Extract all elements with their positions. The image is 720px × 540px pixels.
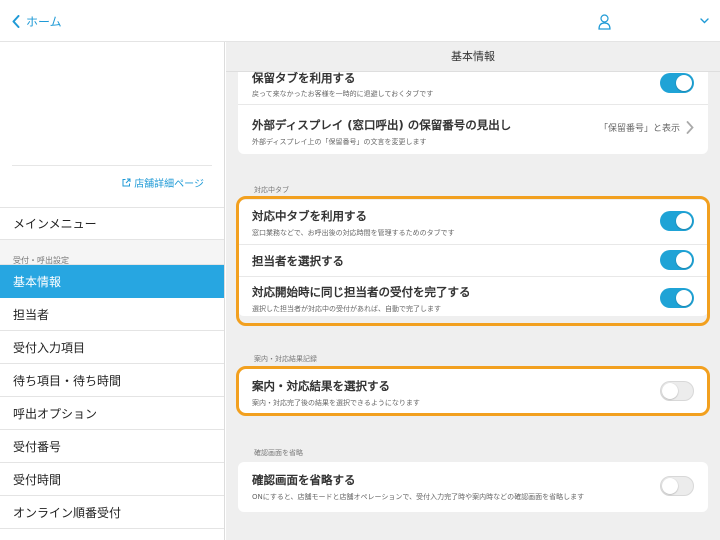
- sidebar-item-label: オンライン順番受付: [13, 505, 122, 520]
- sidebar-item-label: 待ち項目・待ち時間: [13, 373, 122, 388]
- sidebar-item-call-options[interactable]: 呼出オプション: [0, 397, 224, 430]
- setting-desc: 案内・対応完了後の結果を選択できるようになります: [252, 399, 420, 407]
- store-detail-link[interactable]: 店舗詳細ページ: [122, 175, 204, 190]
- setting-row-hold-heading[interactable]: 外部ディスプレイ (窓口呼出) の保留番号の見出し 外部ディスプレイ上の「保留番…: [238, 104, 708, 154]
- sidebar-item-label: 受付入力項目: [13, 340, 86, 355]
- sidebar-item-wait-items[interactable]: 待ち項目・待ち時間: [0, 364, 224, 397]
- setting-desc: 窓口業務などで、お呼出後の対応時間を管理するためのタブです: [252, 229, 455, 237]
- setting-title: 外部ディスプレイ (窓口呼出) の保留番号の見出し: [252, 118, 512, 132]
- setting-title: 案内・対応結果を選択する: [252, 379, 390, 393]
- settings-card-confirm: 確認画面を省略する ONにすると、店舗モードと店舗オペレーションで、受付入力完了…: [238, 462, 708, 512]
- section-label-inprogress: 対応中タブ: [254, 186, 289, 194]
- settings-card-guide: 案内・対応結果を選択する 案内・対応完了後の結果を選択できるようになります: [238, 369, 708, 413]
- sidebar-item-reception-time[interactable]: 受付時間: [0, 463, 224, 496]
- main-content: 基本情報 保留タブを利用する 戻って来なかったお客様を一時的に退避しておくタブで…: [226, 42, 720, 540]
- setting-desc: 戻って来なかったお客様を一時的に退避しておくタブです: [252, 90, 434, 98]
- store-detail-label: 店舗詳細ページ: [134, 179, 204, 190]
- auto-complete-toggle[interactable]: [660, 288, 694, 308]
- chevron-down-icon[interactable]: [700, 18, 709, 24]
- setting-title: 担当者を選択する: [252, 254, 344, 268]
- setting-title: 対応開始時に同じ担当者の受付を完了する: [252, 285, 471, 299]
- user-icon[interactable]: [598, 14, 611, 30]
- settings-card-hold: 保留タブを利用する 戻って来なかったお客様を一時的に退避しておくタブです 外部デ…: [238, 62, 708, 154]
- sidebar: 店舗詳細ページ メインメニュー 受付・呼出設定 基本情報 担当者 受付入力項目 …: [0, 42, 225, 540]
- setting-row-guide-result: 案内・対応結果を選択する 案内・対応完了後の結果を選択できるようになります: [238, 369, 708, 413]
- setting-title: 対応中タブを利用する: [252, 209, 367, 223]
- sidebar-item-input-fields[interactable]: 受付入力項目: [0, 331, 224, 364]
- select-staff-toggle[interactable]: [660, 250, 694, 270]
- setting-row-skip-confirm: 確認画面を省略する ONにすると、店舗モードと店舗オペレーションで、受付入力完了…: [238, 462, 708, 512]
- skip-confirm-toggle[interactable]: [660, 476, 694, 496]
- setting-title: 確認画面を省略する: [252, 473, 356, 487]
- sidebar-item-label: 基本情報: [13, 274, 62, 289]
- sidebar-item-online-queue[interactable]: オンライン順番受付: [0, 496, 224, 529]
- setting-title: 保留タブを利用する: [252, 71, 356, 85]
- top-bar: ホーム: [0, 0, 720, 42]
- sidebar-item-staff[interactable]: 担当者: [0, 298, 224, 331]
- sidebar-item-label: 受付番号: [13, 439, 62, 454]
- external-link-icon: [122, 178, 131, 187]
- hold-heading-value[interactable]: 「保留番号」と表示: [599, 121, 694, 134]
- settings-card-inprogress: 対応中タブを利用する 窓口業務などで、お呼出後の対応時間を管理するためのタブです…: [238, 200, 708, 316]
- sidebar-item-label: 受付時間: [13, 472, 62, 487]
- sidebar-item-label: メインメニュー: [13, 217, 97, 231]
- back-label: ホーム: [26, 15, 62, 29]
- setting-desc: ONにすると、店舗モードと店舗オペレーションで、受付入力完了時や案内時などの確認…: [252, 493, 585, 501]
- setting-desc: 選択した担当者が対応中の受付があれば、自動で完了します: [252, 305, 441, 313]
- hold-tab-toggle[interactable]: [660, 73, 694, 93]
- inprogress-tab-toggle[interactable]: [660, 211, 694, 231]
- sidebar-item-main-menu[interactable]: メインメニュー: [0, 207, 224, 240]
- sidebar-item-label: 担当者: [13, 307, 50, 322]
- section-label-confirm: 確認画面を省略: [254, 449, 303, 457]
- sidebar-item-basic-info[interactable]: 基本情報: [0, 265, 224, 298]
- chevron-right-icon: [686, 121, 694, 134]
- divider: [12, 165, 212, 166]
- setting-row-auto-complete: 対応開始時に同じ担当者の受付を完了する 選択した担当者が対応中の受付があれば、自…: [238, 276, 708, 316]
- section-label-guide: 案内・対応結果記録: [254, 355, 317, 363]
- back-button[interactable]: ホーム: [12, 13, 62, 30]
- sidebar-store-area: 店舗詳細ページ: [0, 42, 224, 207]
- setting-row-select-staff: 担当者を選択する: [238, 244, 708, 276]
- page-title: 基本情報: [226, 42, 720, 72]
- chevron-left-icon: [12, 15, 20, 28]
- guide-result-toggle[interactable]: [660, 381, 694, 401]
- setting-row-inprogress-tab: 対応中タブを利用する 窓口業務などで、お呼出後の対応時間を管理するためのタブです: [238, 200, 708, 242]
- setting-desc: 外部ディスプレイ上の「保留番号」の文言を変更します: [252, 138, 427, 146]
- sidebar-item-label: 呼出オプション: [13, 406, 98, 421]
- sidebar-item-reception-number[interactable]: 受付番号: [0, 430, 224, 463]
- sidebar-section-label: 受付・呼出設定: [0, 240, 224, 265]
- hold-heading-value-text: 「保留番号」と表示: [598, 124, 680, 134]
